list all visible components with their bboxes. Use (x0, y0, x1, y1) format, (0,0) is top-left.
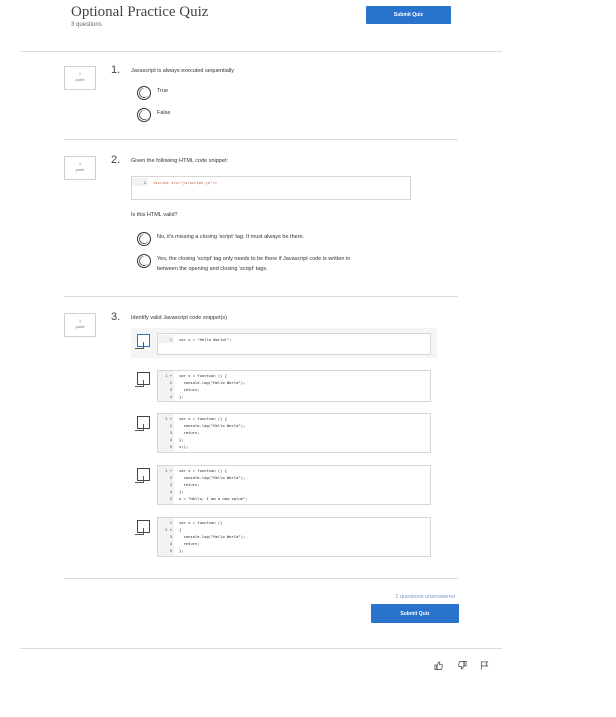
q3-snippet-1-code: 1 var x = "Hello World!"; (157, 333, 431, 355)
q3-snippet-2-code: 1 ▾ 2 3 4 var x = function () { console.… (157, 370, 431, 402)
q3-snippet-2-line-3: return; (179, 387, 200, 392)
q3-snippet-3-ln-1: 1 ▾ (165, 416, 172, 421)
q3-number: 3. (111, 311, 121, 323)
submit-quiz-button-bottom[interactable]: Submit Quiz (371, 604, 459, 623)
q3-divider (64, 578, 458, 579)
q3-snippet-1-line: var x = "Hello World!"; (179, 337, 232, 342)
q3-snippet-2-ln-2: 2 (169, 380, 172, 385)
q3-snippet-2-ln-1: 1 ▾ (165, 373, 172, 378)
q3-snippet-2-line-2: console.log("Hello World"); (179, 380, 246, 385)
thumbs-down-icon[interactable] (458, 657, 467, 675)
flag-icon[interactable] (480, 657, 489, 675)
q2-text: Given the following HTML code snippet: (131, 158, 229, 164)
q3-snippet-3-ln-4: 4 (169, 437, 172, 442)
q3-snippet-3-checkbox[interactable] (135, 416, 150, 431)
q1-text: Javascript is always executed sequential… (131, 68, 235, 74)
q1-option-false-label[interactable]: False (157, 110, 170, 116)
q3-snippet-3-line-2: console.log("Hello World"); (179, 423, 246, 428)
q3-snippet-5-ln-5: 5 (169, 548, 172, 553)
q3-snippet-5-ln-1: 1 (169, 520, 172, 525)
q3-snippet-4-line-1: var x = function () { (179, 468, 228, 473)
q3-snippet-5-ln-2: 2 ▾ (165, 527, 172, 532)
q1-number: 1. (111, 64, 121, 76)
q3-snippet-5-ln-4: 4 (169, 541, 172, 546)
q3-snippet-3-ln-2: 2 (169, 423, 172, 428)
q2-code-line: <script src="js/script.js"/> (153, 180, 218, 185)
q3-points-label: point (75, 324, 85, 329)
q1-points-box: 1 point (64, 66, 96, 90)
q2-option-yes-label[interactable]: Yes, the closing 'script' tag only needs… (157, 256, 350, 262)
q3-snippet-5-line-5: }; (179, 548, 184, 553)
q3-snippet-3-line-5: x(); (179, 444, 189, 449)
q3-snippet-4-line-2: console.log("Hello World"); (179, 475, 246, 480)
q3-snippet-5-line-4: return; (179, 541, 200, 546)
question-count: 3 questions (71, 22, 102, 28)
q3-snippet-4-ln-4: 4 (169, 489, 172, 494)
q3-text: Identify valid Javascript code snippet(s… (131, 315, 227, 321)
q3-snippet-3-ln-5: 5 (169, 444, 172, 449)
q3-points-box: 1 point (64, 313, 96, 337)
q3-snippet-4-line-3: return; (179, 482, 200, 487)
q3-snippet-4-ln-5: 5 (169, 496, 172, 501)
q3-snippet-5-ln-3: 3 (169, 534, 172, 539)
q1-option-true-label[interactable]: True (157, 88, 168, 94)
q3-snippet-1-line-number: 1 (169, 337, 172, 342)
q1-option-true-radio[interactable] (137, 86, 151, 100)
q1-divider (64, 139, 458, 140)
header-divider (20, 51, 502, 52)
q3-snippet-2-line-4: }; (179, 394, 184, 399)
q2-divider (64, 296, 458, 297)
q3-snippet-3-ln-3: 3 (169, 430, 172, 435)
q3-snippet-4-line-5: x = "Hello, I am a new value"; (179, 496, 248, 501)
q3-snippet-4-checkbox[interactable] (135, 468, 150, 483)
q3-snippet-4-ln-3: 3 (169, 482, 172, 487)
q3-snippet-3-code: 1 ▾ 2 3 4 5 var x = function () { consol… (157, 413, 431, 453)
thumbs-up-icon[interactable] (434, 657, 443, 675)
q3-snippet-5-checkbox[interactable] (135, 520, 150, 535)
unanswered-count: 2 questions unanswered (395, 594, 455, 600)
q3-snippet-4-code: 1 ▾ 2 3 4 5 var x = function () { consol… (157, 465, 431, 505)
q3-snippet-3-line-4: }; (179, 437, 184, 442)
q3-snippet-3-line-1: var x = function () { (179, 416, 228, 421)
q2-number: 2. (111, 154, 121, 166)
q3-snippet-2-checkbox[interactable] (135, 372, 150, 387)
footer-divider (20, 648, 502, 649)
q2-option-no-label[interactable]: No, it's missing a closing 'script' tag.… (157, 234, 304, 240)
q2-followup: Is this HTML valid? (131, 212, 178, 218)
q3-snippet-5-line-2: { (179, 527, 182, 532)
q3-snippet-4-ln-1: 1 ▾ (165, 468, 172, 473)
q1-points-label: point (75, 77, 85, 82)
q3-snippet-5-line-3: console.log("Hello World"); (179, 534, 246, 539)
q2-points-label: point (75, 167, 85, 172)
q3-snippet-1-checkbox[interactable] (135, 334, 150, 349)
q3-snippet-5-code: 1 2 ▾ 3 4 5 var x = function () { consol… (157, 517, 431, 557)
q3-snippet-2-ln-3: 3 (169, 387, 172, 392)
q3-snippet-2-line-1: var x = function () { (179, 373, 228, 378)
q2-option-yes-radio[interactable] (137, 254, 151, 268)
page-title: Optional Practice Quiz (71, 4, 209, 20)
q3-snippet-4-ln-2: 2 (169, 475, 172, 480)
q3-snippet-2-ln-4: 4 (169, 394, 172, 399)
q3-snippet-3-line-3: return; (179, 430, 200, 435)
q2-code-line-number: 1 (143, 180, 146, 185)
q2-option-no-radio[interactable] (137, 232, 151, 246)
q1-option-false-radio[interactable] (137, 108, 151, 122)
q2-option-yes-label-cont[interactable]: between the opening and closing 'script'… (157, 266, 268, 272)
q3-snippet-4-line-4: }; (179, 489, 184, 494)
q3-snippet-5-line-1: var x = function () (179, 520, 223, 525)
q2-code-snippet: 1 <script src="js/script.js"/> (131, 176, 411, 200)
submit-quiz-button-top[interactable]: Submit Quiz (366, 6, 451, 24)
q2-points-box: 1 point (64, 156, 96, 180)
